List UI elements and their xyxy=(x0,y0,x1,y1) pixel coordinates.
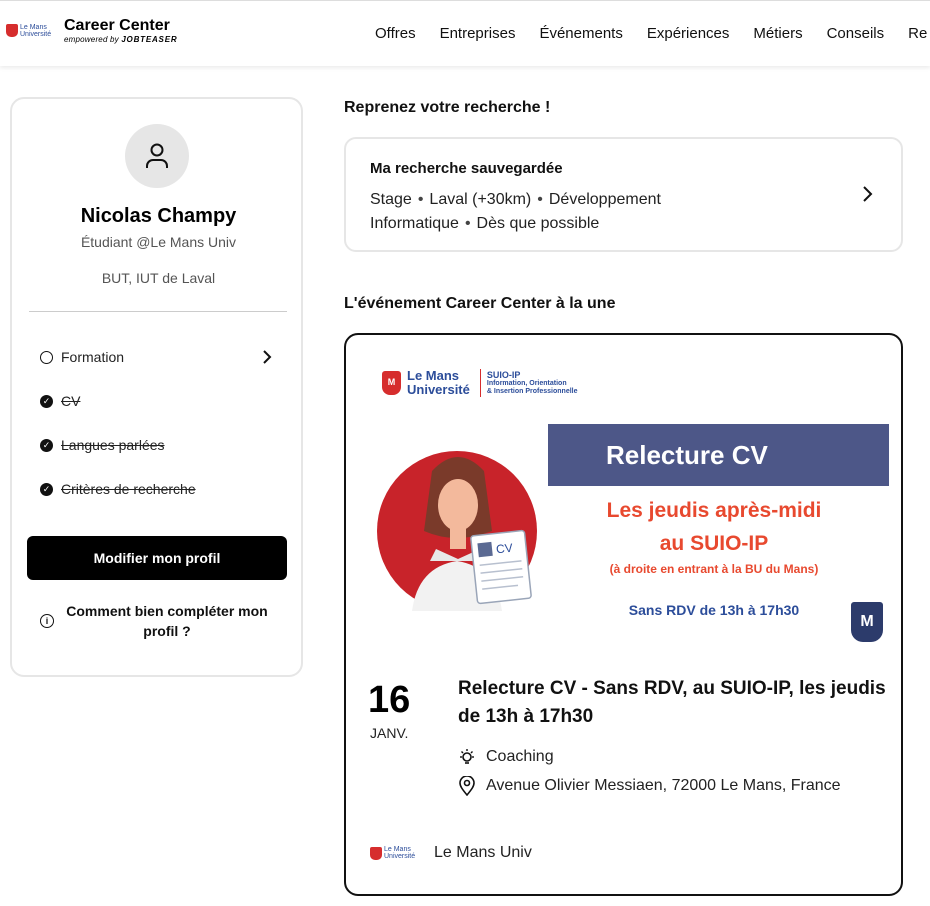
event-category-label: Coaching xyxy=(486,748,554,765)
checklist-item-langues[interactable]: ✓ Langues parlées xyxy=(40,437,272,453)
event-section-heading: L'événement Career Center à la une xyxy=(344,295,616,312)
chevron-right-icon xyxy=(863,186,873,202)
nav-experiences[interactable]: Expériences xyxy=(647,25,730,42)
profile-school: BUT, IUT de Laval xyxy=(101,270,216,286)
nav-entreprises[interactable]: Entreprises xyxy=(440,25,516,42)
nav-evenements[interactable]: Événements xyxy=(539,25,622,42)
top-header: Le Mans Université Career Center empower… xyxy=(0,0,930,66)
event-university-logo: M Le Mans Université SUIO-IP Information… xyxy=(382,369,578,397)
event-image-hours: Sans RDV de 13h à 17h30 xyxy=(628,602,800,618)
info-icon: i xyxy=(40,614,54,628)
checklist-label: Critères de recherche xyxy=(61,481,196,497)
event-image-line: (à droite en entrant à la BU du Mans) xyxy=(609,562,819,576)
checklist-label: Langues parlées xyxy=(61,437,165,453)
event-location: Avenue Olivier Messiaen, 72000 Le Mans, … xyxy=(458,776,841,796)
event-image: M Le Mans Université SUIO-IP Information… xyxy=(364,357,894,657)
tag: Stage xyxy=(370,191,412,208)
saved-search-tags: Stage • Laval (+30km) • Développement Inform… xyxy=(370,191,661,232)
search-section-heading: Reprenez votre recherche ! xyxy=(344,99,551,116)
main-nav: Offres Entreprises Événements Expérience… xyxy=(375,25,927,42)
organizer-logo-text: Le Mans Université xyxy=(384,846,416,860)
svg-text:CV: CV xyxy=(495,541,513,557)
university-badge-icon: M xyxy=(851,602,883,642)
profile-role: Étudiant @Le Mans Univ xyxy=(80,234,237,250)
brand-title: Career Center xyxy=(64,17,170,34)
lightbulb-icon xyxy=(460,749,474,764)
event-title[interactable]: Relecture CV - Sans RDV, au SUIO-IP, les… xyxy=(458,675,888,731)
tag: Laval (+30km) xyxy=(429,191,532,208)
event-month: JANV. xyxy=(370,725,409,741)
nav-offres[interactable]: Offres xyxy=(375,25,416,42)
brand[interactable]: Le Mans Université Career Center empower… xyxy=(6,17,177,44)
event-service-name: SUIO-IP Information, Orientation & Inser… xyxy=(486,370,578,395)
checklist-item-criteres[interactable]: ✓ Critères de recherche xyxy=(40,481,272,497)
event-image-line: Les jeudis après-midi xyxy=(606,499,822,522)
event-category: Coaching xyxy=(458,748,554,766)
logo-text: Le Mans Université xyxy=(20,23,52,38)
featured-event-card[interactable]: M Le Mans Université SUIO-IP Information… xyxy=(344,333,903,896)
event-address: Avenue Olivier Messiaen, 72000 Le Mans, … xyxy=(486,777,841,794)
woman-with-cv-illustration: CV xyxy=(377,451,537,611)
tag: Dès que possible xyxy=(476,215,600,232)
organizer-name: Le Mans Univ xyxy=(434,844,532,861)
user-icon xyxy=(146,143,168,168)
edit-profile-button[interactable]: Modifier mon profil xyxy=(27,536,287,580)
profile-card: Nicolas Champy Étudiant @Le Mans Univ BU… xyxy=(10,97,303,677)
check-circle-icon: ✓ xyxy=(40,482,53,496)
university-shield-icon xyxy=(6,24,18,37)
brand-subtitle: empowered by JOBTEASER xyxy=(64,35,178,44)
event-banner: Relecture CV xyxy=(548,424,889,486)
location-pin-icon xyxy=(459,776,475,796)
nav-more[interactable]: Re xyxy=(908,25,927,42)
event-image-line: au SUIO-IP xyxy=(659,532,769,555)
chevron-right-icon xyxy=(263,350,272,364)
help-text: Comment bien compléter mon profil ? xyxy=(66,603,268,639)
event-organizer[interactable]: Le Mans Université Le Mans Univ xyxy=(370,844,532,862)
checklist-label: CV xyxy=(61,393,81,409)
profile-name: Nicolas Champy xyxy=(80,205,237,227)
checklist-item-formation[interactable]: Formation xyxy=(40,349,272,365)
organizer-logo: Le Mans Université xyxy=(370,846,420,860)
event-logo-name: Le Mans Université xyxy=(407,368,470,397)
checklist-item-cv[interactable]: ✓ CV xyxy=(40,393,272,409)
avatar[interactable] xyxy=(125,124,189,188)
saved-search-title: Ma recherche sauvegardée xyxy=(370,160,563,177)
check-circle-icon: ✓ xyxy=(40,438,53,452)
profile-help-link[interactable]: i Comment bien compléter mon profil ? xyxy=(40,601,280,641)
university-shield-icon xyxy=(370,846,382,860)
university-logo: Le Mans Université xyxy=(6,24,56,38)
checklist-label: Formation xyxy=(61,349,125,365)
divider xyxy=(29,311,287,312)
check-circle-icon: ✓ xyxy=(40,394,53,408)
university-shield-icon: M xyxy=(382,371,401,395)
nav-metiers[interactable]: Métiers xyxy=(753,25,802,42)
empty-circle-icon xyxy=(40,350,53,364)
saved-search-card[interactable]: Ma recherche sauvegardée Stage • Laval (+3… xyxy=(344,137,903,252)
nav-conseils[interactable]: Conseils xyxy=(827,25,885,42)
event-day: 16 xyxy=(368,679,411,721)
